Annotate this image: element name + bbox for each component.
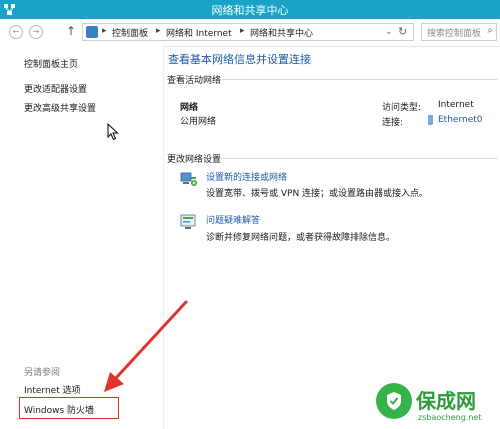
divider xyxy=(220,79,498,80)
ethernet-icon xyxy=(428,115,433,125)
watermark-url: zsbaocheng.net xyxy=(418,413,482,422)
setup-new-connection-link[interactable]: 设置新的连接或网络 xyxy=(206,170,287,183)
address-toolbar: ← → ↑ ▸ 控制面板 ▸ 网络和 Internet ▸ 网络和共享中心 ⌄ … xyxy=(0,19,500,47)
troubleshoot-problems-link[interactable]: 问题疑难解答 xyxy=(206,213,260,226)
connections-label: 连接: xyxy=(382,118,404,128)
search-input[interactable]: 搜索控制面板 ⌕ xyxy=(421,23,497,41)
window-title: 网络和共享中心 xyxy=(211,4,289,17)
sidebar-link-change-adapter-settings[interactable]: 更改适配器设置 xyxy=(24,82,87,95)
search-placeholder: 搜索控制面板 xyxy=(427,29,482,39)
see-also-label: 另请参阅 xyxy=(24,368,61,378)
folder-icon xyxy=(86,26,98,38)
breadcrumb-separator: ▸ xyxy=(240,26,245,36)
back-icon[interactable]: ← xyxy=(9,25,23,39)
page-title: 查看基本网络信息并设置连接 xyxy=(168,53,311,66)
access-type-label: 访问类型: xyxy=(382,103,422,113)
active-networks-heading: 查看活动网络 xyxy=(167,76,222,86)
connection-link-ethernet0[interactable]: Ethernet0 xyxy=(438,115,483,125)
watermark-logo xyxy=(376,383,412,419)
breadcrumb-separator: ▸ xyxy=(102,26,107,36)
sidebar-link-change-advanced-sharing[interactable]: 更改高级共享设置 xyxy=(24,101,96,114)
address-bar[interactable]: ▸ 控制面板 ▸ 网络和 Internet ▸ 网络和共享中心 ⌄ ↻ xyxy=(82,23,414,41)
change-network-settings-heading: 更改网络设置 xyxy=(167,155,222,165)
network-name: 网络 xyxy=(180,103,199,113)
access-type-value: Internet xyxy=(438,100,474,110)
breadcrumb-separator: ▸ xyxy=(156,26,161,36)
troubleshoot-problems-description: 诊断并修复网络问题，或者获得故障排除信息。 xyxy=(206,233,396,243)
network-connection-icon xyxy=(180,172,197,186)
title-bar: 网络和共享中心 xyxy=(0,0,500,19)
refresh-icon[interactable]: ↻ xyxy=(398,25,407,38)
troubleshoot-icon xyxy=(180,214,196,229)
sidebar-link-internet-options[interactable]: Internet 选项 xyxy=(24,383,81,396)
breadcrumb-control-panel[interactable]: 控制面板 xyxy=(112,26,148,39)
shield-check-icon xyxy=(387,392,401,410)
up-arrow-icon[interactable]: ↑ xyxy=(66,24,76,38)
chevron-down-icon[interactable]: ⌄ xyxy=(385,27,393,37)
firewall-highlight-box xyxy=(19,397,119,419)
network-type-link[interactable]: 公用网络 xyxy=(180,114,216,127)
watermark-title: 保成网 xyxy=(416,389,476,413)
watermark: 保成网 zsbaocheng.net xyxy=(376,383,500,429)
search-icon[interactable]: ⌕ xyxy=(487,25,493,36)
cursor-icon xyxy=(107,123,119,141)
main-content: 查看基本网络信息并设置连接 查看活动网络 网络 公用网络 访问类型: Inter… xyxy=(163,46,500,429)
sidebar-link-control-panel-home[interactable]: 控制面板主页 xyxy=(24,57,78,70)
breadcrumb-network-sharing-center[interactable]: 网络和共享中心 xyxy=(250,26,313,39)
setup-new-connection-description: 设置宽带、拨号或 VPN 连接；或设置路由器或接入点。 xyxy=(206,189,429,199)
divider xyxy=(220,158,498,159)
breadcrumb-network-internet[interactable]: 网络和 Internet xyxy=(166,26,232,39)
forward-icon[interactable]: → xyxy=(29,25,43,39)
